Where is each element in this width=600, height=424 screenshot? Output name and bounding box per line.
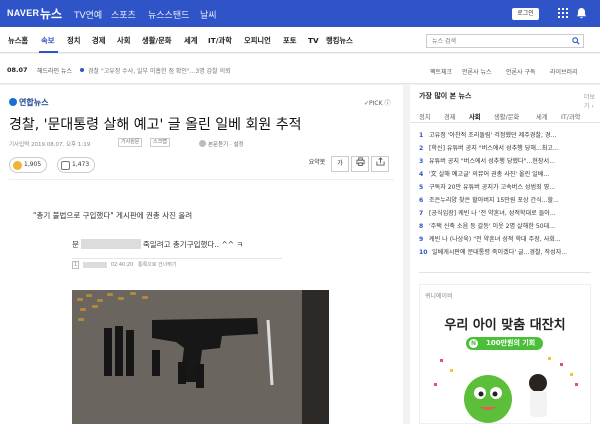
font-size-button[interactable]: 가 — [331, 156, 349, 172]
most-viewed-sidebar: 가장 많이 본 뉴스 더보기 › 정치 경제 사회 생활/문화 세계 IT/과학… — [410, 85, 600, 424]
nav-life-culture[interactable]: 생활/문화 — [142, 36, 172, 46]
rank-item[interactable]: 3 유튜버 공지 "버스에서 성추행 당했다"...현장서... — [419, 156, 589, 165]
nav-world[interactable]: 세계 — [184, 36, 197, 46]
article-timestamp: 기사입력 2019.08.07. 오후 1:19 — [9, 142, 91, 148]
rank-item[interactable]: 7 [공식입장] 케빈 나 '전 약혼녀, 성적학대로 들아... — [419, 208, 589, 217]
top-link-newsstand[interactable]: 뉴스스탠드 — [148, 8, 189, 21]
summary-bot-button[interactable]: 요약봇 — [305, 156, 329, 172]
ad-headline: 우리 아이 맞춤 대잔치 — [444, 318, 566, 333]
nav-photo[interactable]: 포토 — [283, 36, 296, 46]
tab-society[interactable]: 사회 — [469, 112, 481, 121]
news-service-title[interactable]: 뉴스 — [40, 5, 62, 22]
rank-item[interactable]: 10 일베게시판에 문대통령 죽이겠다' 글...경찰, 작성자... — [419, 247, 589, 256]
rank-item[interactable]: 6 조은누리양 찾은 할아버지 15만원 포상 간식...할... — [419, 195, 589, 204]
print-icon — [355, 157, 365, 166]
link-library[interactable]: 라이브러리 — [550, 67, 578, 76]
listen-icon — [199, 140, 206, 147]
ticker-dot-icon — [80, 68, 84, 72]
blurred-author — [83, 262, 108, 268]
press-logo-icon — [9, 98, 17, 106]
rank-item[interactable]: 1 고유정 '아찬적 조리돌림' 걱정했던 제주경찰, 경... — [419, 130, 589, 139]
pick-badge[interactable]: ✓PICK ⓘ — [364, 98, 390, 107]
naver-logo[interactable]: NAVER — [7, 8, 39, 18]
original-article-button[interactable]: 기사원문 — [118, 138, 143, 147]
link-press-subscribe[interactable]: 언론사 구독 — [506, 67, 536, 76]
ticker-date: 08.07 — [7, 66, 28, 74]
embed-divider — [72, 258, 282, 259]
header-divider — [9, 179, 394, 180]
top-link-tv[interactable]: TV연예 — [74, 8, 102, 21]
nav-opinion[interactable]: 오피니언 — [244, 36, 271, 46]
rank-item[interactable]: 5 구독자 20만 유튜버 공지가 고속버스 성범죄 영... — [419, 182, 589, 191]
nav-politics[interactable]: 정치 — [67, 36, 80, 46]
news-search-box — [426, 34, 584, 48]
ticker-label: 헤드라인 뉴스 — [37, 68, 73, 75]
apps-grid-icon[interactable] — [558, 8, 568, 18]
login-button[interactable]: 로그인 — [512, 8, 539, 20]
ad-badge: N 100만원의 기회 — [466, 337, 544, 350]
advertisement-banner[interactable]: 퀴니에이비 우리 아이 맞춤 대잔치 N 100만원의 기회 — [419, 284, 591, 424]
link-factcheck[interactable]: 팩트체크 — [430, 67, 452, 76]
naver-n-icon: N — [469, 339, 478, 348]
rank-item[interactable]: 9 케빈 나 (나상욱) "전 약혼녀 성적 학대 주장, 사회... — [419, 234, 589, 243]
nav-home[interactable]: 뉴스홈 — [8, 36, 28, 46]
article-headline: 경찰, '문대통령 살해 예고' 글 올린 일베 회원 추적 — [9, 117, 302, 133]
nav-economy[interactable]: 경제 — [92, 36, 105, 46]
news-search-input[interactable] — [427, 35, 567, 47]
most-viewed-tabs: 정치 경제 사회 생활/문화 세계 IT/과학 — [410, 107, 600, 123]
nav-it-science[interactable]: IT/과학 — [208, 36, 232, 46]
embedded-post-meta: 1 02:40:20 통록으로 건너뛰기 — [72, 261, 177, 269]
headline-ticker-bar: 08.07 헤드라인 뉴스 경찰 "고유정 수사, 일부 미흡한 점 확인"..… — [0, 54, 600, 84]
comment-icon — [61, 161, 70, 170]
top-link-weather[interactable]: 날씨 — [200, 8, 217, 21]
sidebar-divider — [419, 272, 591, 273]
comment-button[interactable]: 1,473 — [57, 157, 96, 173]
ad-mascot-illustration — [434, 357, 578, 423]
ad-brand: 퀴니에이비 — [425, 293, 453, 300]
rank-item[interactable]: 2 [학신] 유튜버 공지 "버스에서 성추행 당해...최고... — [419, 143, 589, 152]
scrap-button[interactable]: 스크랩 — [150, 138, 170, 147]
article-photo[interactable] — [72, 290, 329, 424]
nav-tv[interactable]: TV — [308, 36, 319, 45]
blurred-text — [80, 239, 141, 249]
section-nav: 뉴스홈 속보 정치 경제 사회 생활/문화 세계 IT/과학 오피니언 포토 T… — [0, 27, 600, 53]
tab-politics[interactable]: 정치 — [419, 112, 431, 121]
notification-bell-icon[interactable] — [576, 7, 587, 19]
listen-settings[interactable]: 본문듣기 · 설정 — [199, 140, 244, 148]
article-panel: 연합뉴스 ✓PICK ⓘ 경찰, '문대통령 살해 예고' 글 올린 일베 회원… — [0, 85, 403, 424]
smile-emoji-icon — [13, 161, 22, 170]
press-name: 연합뉴스 — [19, 98, 49, 107]
naver-top-bar: NAVER 뉴스 TV연예 스포츠 뉴스스탠드 날씨 로그인 — [0, 0, 600, 27]
press-logo[interactable]: 연합뉴스 — [9, 97, 48, 108]
rank-item[interactable]: 8 '주택 신축 소음 등 갈등' 이웃 2명 살해한 50대... — [419, 221, 589, 230]
nav-breaking[interactable]: 속보 — [41, 36, 54, 46]
active-tab-indicator — [39, 51, 58, 53]
tab-it-science[interactable]: IT/과학 — [561, 112, 580, 121]
share-icon — [375, 157, 385, 166]
tab-economy[interactable]: 경제 — [444, 112, 456, 121]
link-press-news[interactable]: 언론사 뉴스 — [462, 67, 492, 76]
share-button[interactable] — [371, 156, 389, 172]
article-subhead: "총기 불법으로 구입했다" 게시판에 권총 사진 올려 — [33, 211, 193, 220]
reaction-like-button[interactable]: 1,905 — [9, 157, 48, 173]
nav-society[interactable]: 사회 — [117, 36, 130, 46]
embedded-post-title: 문 죽일려고 총기구입했다.. ^^ ㅋ — [72, 239, 244, 249]
handgun-photo-illustration — [72, 290, 329, 424]
top-link-sports[interactable]: 스포츠 — [111, 8, 136, 21]
tab-world[interactable]: 세계 — [536, 112, 548, 121]
tab-life-culture[interactable]: 생활/문화 — [494, 112, 519, 121]
nav-ranking[interactable]: 랭킹뉴스 — [326, 36, 353, 46]
most-viewed-title: 가장 많이 본 뉴스 — [419, 92, 472, 100]
rank-item[interactable]: 4 '文 살해 예고글' 의뮤어 권총 사진' 올린 일베... — [419, 169, 589, 178]
ticker-headline[interactable]: 경찰 "고유정 수사, 일부 미흡한 점 확인"...3명 감찰 의뢰 — [88, 66, 231, 75]
print-button[interactable] — [351, 156, 369, 172]
search-icon[interactable] — [572, 37, 580, 45]
